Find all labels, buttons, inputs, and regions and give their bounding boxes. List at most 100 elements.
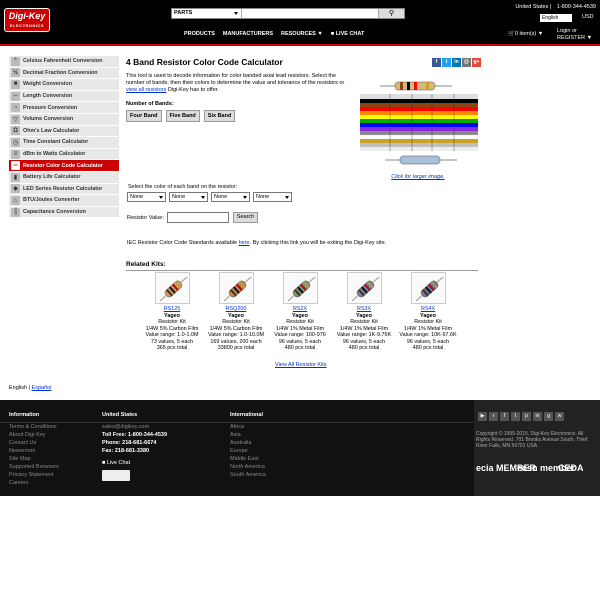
footer-us-contact: sales@digikey.com Toll Free: 1-800-344-4… [102, 423, 167, 481]
twitter-icon[interactable]: t [511, 412, 520, 421]
kit-total: 365 pcs total [156, 345, 188, 351]
sidebar-item-time-constant-calculator[interactable]: ◷ Time Constant Calculator [9, 137, 119, 149]
search-icon: ⚲ [388, 10, 395, 17]
footer-email[interactable]: sales@digikey.com [102, 423, 167, 431]
sidebar-item-weight-conversion[interactable]: ■ Weight Conversion [9, 79, 119, 91]
linkedin-icon[interactable]: in [533, 412, 542, 421]
pinterest-icon[interactable]: p [522, 412, 531, 421]
search-input[interactable] [242, 9, 378, 18]
sidebar-item-btu-joules-converter[interactable]: ♨ BTU/Joules Converter [9, 195, 119, 207]
sidebar-item-label: Pressure Conversion [23, 104, 78, 111]
sidebar-item-battery-life-calculator[interactable]: ▮ Battery Life Calculator [9, 171, 119, 184]
footer-info-links: Terms & Conditions About Digi-Key Contact … [9, 423, 59, 487]
nav-live-chat[interactable]: ■ LIVE CHAT [331, 31, 364, 37]
band-1-select[interactable]: None [127, 192, 166, 202]
sidebar-item-label: Resistor Color Code Calculator [23, 162, 103, 169]
led-icon: ◆ [11, 184, 20, 194]
sidebar-item-ohm-s-law-calculator[interactable]: Ω Ohm's Law Calculator [9, 125, 119, 138]
nav-resources-label: RESOURCES [281, 31, 316, 37]
band-4-select[interactable]: None [253, 192, 292, 202]
country-link[interactable]: United States [515, 4, 548, 10]
login-link[interactable]: Login or [557, 28, 592, 35]
footer-fax: Fax: 218-681-3380 [102, 448, 150, 454]
email-icon[interactable]: @ [462, 58, 471, 67]
four-band-button[interactable]: Four Band [126, 110, 162, 122]
footer-intl-link[interactable]: Europe [230, 447, 266, 455]
nav-products[interactable]: PRODUCTS [184, 31, 215, 37]
digikey-logo[interactable]: Digi-Key ELECTRONICS [4, 8, 50, 32]
fraction-icon: ½ [11, 68, 20, 78]
footer-info-link[interactable]: Terms & Conditions [9, 423, 59, 431]
sidebar-item-label: Time Constant Calculator [23, 139, 89, 146]
cart-link[interactable]: 🛒0 item(s) ▼ [508, 31, 543, 37]
sidebar-item-led-series-resistor-calculator[interactable]: ◆ LED Series Resistor Calculator [9, 183, 119, 196]
footer-intl-link[interactable]: Asia [230, 431, 266, 439]
search-resistor-button[interactable]: Search [233, 212, 258, 223]
footer-info-link[interactable]: Contact Us [9, 439, 59, 447]
chat-icon: ■ [102, 460, 106, 466]
six-band-button[interactable]: Six Band [203, 110, 236, 122]
language-select[interactable]: English [540, 14, 572, 22]
footer-info-link[interactable]: Site Map [9, 455, 59, 463]
footer-intl-links: Africa Asia Australia Europe Middle East Nort… [230, 423, 266, 479]
footer-live-chat[interactable]: ■ Live Chat [102, 459, 167, 467]
page-title: 4 Band Resistor Color Code Calculator [126, 57, 283, 67]
search-button[interactable]: ⚲ [378, 9, 404, 18]
view-all-kits-link[interactable]: View All Resistor Kits [275, 362, 327, 368]
band-2-select[interactable]: None [169, 192, 208, 202]
twitter-icon[interactable]: t [442, 58, 451, 67]
lang-espanol[interactable]: Español [32, 385, 52, 391]
nav-manufacturers[interactable]: MANUFACTURERS [223, 31, 273, 37]
band-3-select[interactable]: None [211, 192, 250, 202]
footer-intl-link[interactable]: North America [230, 463, 266, 471]
nav-resources[interactable]: RESOURCES ▼ [281, 31, 323, 37]
sidebar-item-capacitance-conversion[interactable]: ║ Capacitance Conversion [9, 206, 119, 219]
resistor-value-input[interactable] [167, 212, 229, 223]
kit-resistor-image[interactable] [218, 272, 254, 304]
sidebar-item-pressure-conversion[interactable]: ◔ Pressure Conversion [9, 102, 119, 114]
currency-label[interactable]: USD [582, 14, 594, 20]
iec-text-end: . By clicking this link you will be exit… [249, 240, 387, 246]
related-kits-heading: Related Kits: [126, 261, 166, 268]
footer-info-link[interactable]: Privacy Statement [9, 471, 59, 479]
footer-intl-link[interactable]: Africa [230, 423, 266, 431]
lang-english[interactable]: English [9, 385, 27, 391]
google-plus-icon[interactable]: g [544, 412, 553, 421]
num-bands-label: Number of Bands: [126, 101, 174, 107]
footer-info-link[interactable]: About Digi-Key [9, 431, 59, 439]
color-code-chart-image[interactable] [360, 74, 478, 170]
main-nav: PRODUCTS MANUFACTURERS RESOURCES ▼ ■ LIV… [184, 31, 364, 37]
kit-resistor-image[interactable] [346, 272, 382, 304]
kit-resistor-image[interactable] [282, 272, 318, 304]
kit-resistor-image[interactable] [410, 272, 446, 304]
facebook-icon[interactable]: f [500, 412, 509, 421]
sidebar-item-decimal-fraction-conversion[interactable]: ½ Decimal Fraction Conversion [9, 67, 119, 80]
rss-icon[interactable]: r [489, 412, 498, 421]
linkedin-icon[interactable]: in [452, 58, 461, 67]
sidebar-item-length-conversion[interactable]: ─ Length Conversion [9, 90, 119, 103]
footer-info-link[interactable]: Supported Browsers [9, 463, 59, 471]
iec-here-link[interactable]: here [239, 240, 250, 246]
sidebar-item-celsius-fahrenheit-conversion[interactable]: ° Celsius Fahrenheit Conversion [9, 56, 119, 68]
search-category-select[interactable]: PARTS [172, 9, 242, 18]
footer-info-link[interactable]: Newsroom [9, 447, 59, 455]
view-all-resistors-link[interactable]: view all resistors [126, 87, 166, 93]
footer-intl-link[interactable]: Australia [230, 439, 266, 447]
larger-image-link[interactable]: Click for larger image. [363, 174, 473, 180]
kit-resistor-image[interactable] [154, 272, 190, 304]
youtube-icon[interactable]: ▶ [478, 412, 487, 421]
footer-info-link[interactable]: Careers [9, 479, 59, 487]
sidebar-item-resistor-color-code-calculator[interactable]: ═ Resistor Color Code Calculator [9, 160, 119, 172]
register-link[interactable]: REGISTER ▼ [557, 35, 592, 42]
google-plus-icon[interactable]: g+ [472, 58, 481, 67]
facebook-icon[interactable]: f [432, 58, 441, 67]
sidebar-item-dbm-to-watts-calculator[interactable]: ≡ dBm to Watts Calculator [9, 148, 119, 161]
header-divider [0, 44, 600, 46]
five-band-button[interactable]: Five Band [165, 110, 200, 122]
footer-intl-link[interactable]: Middle East [230, 455, 266, 463]
sidebar-item-volume-conversion[interactable]: ▽ Volume Conversion [9, 113, 119, 126]
kit-card: RS2X Yageo Resistor Kit 1/4W 1% Metal Film V… [268, 272, 332, 352]
footer-intl-link[interactable]: South America [230, 471, 266, 479]
kit-range: Value range: 1.0-1.0M [145, 332, 199, 338]
weibo-icon[interactable]: w [555, 412, 564, 421]
